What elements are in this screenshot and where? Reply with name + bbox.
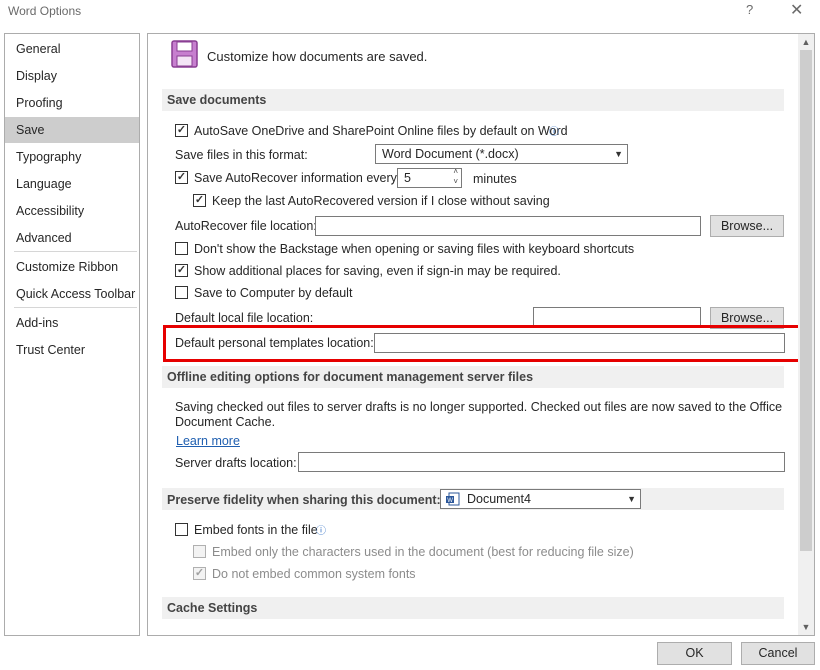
sidebar-item-typography[interactable]: Typography: [5, 144, 139, 170]
backstage-label: Don't show the Backstage when opening or…: [194, 242, 635, 256]
section-title-save-documents: Save documents: [167, 93, 267, 107]
no-common-fonts-checkbox[interactable]: ✓: [193, 567, 206, 580]
embed-only-label: Embed only the characters used in the do…: [212, 545, 634, 559]
backstage-checkbox[interactable]: [175, 242, 188, 255]
svg-text:W: W: [447, 498, 453, 504]
sidebar-item-trust-center[interactable]: Trust Center: [5, 337, 139, 363]
embed-fonts-checkbox[interactable]: [175, 523, 188, 536]
keep-last-checkbox[interactable]: ✓: [193, 194, 206, 207]
sidebar-item-display[interactable]: Display: [5, 63, 139, 89]
embed-fonts-label: Embed fonts in the file: [194, 523, 318, 537]
page-heading: Customize how documents are saved.: [207, 49, 428, 64]
autosave-label: AutoSave OneDrive and SharePoint Online …: [194, 124, 568, 138]
fidelity-document-value: Document4: [467, 492, 531, 506]
sidebar-item-proofing[interactable]: Proofing: [5, 90, 139, 116]
section-title-fidelity: Preserve fidelity when sharing this docu…: [167, 493, 441, 507]
close-icon[interactable]: ✕: [790, 0, 803, 20]
default-local-label: Default local file location:: [175, 311, 314, 325]
sidebar-item-advanced[interactable]: Advanced: [5, 225, 139, 251]
ok-button[interactable]: OK: [657, 642, 732, 665]
autosave-checkbox[interactable]: ✓: [175, 124, 188, 137]
autorecover-minutes-value: 5: [404, 171, 411, 185]
offline-notice-line1: Saving checked out files to server draft…: [175, 400, 783, 414]
format-value: Word Document (*.docx): [382, 147, 519, 161]
title-bar: Word Options ? ✕: [0, 0, 820, 26]
sidebar-item-general[interactable]: General: [5, 36, 139, 62]
autorecover-label: Save AutoRecover information every: [194, 171, 397, 185]
sidebar-item-accessibility[interactable]: Accessibility: [5, 198, 139, 224]
additional-places-label: Show additional places for saving, even …: [194, 264, 561, 278]
nav-divider: [14, 251, 137, 252]
save-disk-icon: [171, 40, 198, 68]
keep-last-label: Keep the last AutoRecovered version if I…: [212, 194, 550, 208]
format-label: Save files in this format:: [175, 148, 308, 162]
browse-autorecover-button[interactable]: Browse...: [710, 215, 784, 237]
chevron-down-icon: ▼: [614, 149, 623, 159]
minutes-label: minutes: [473, 172, 517, 186]
chevron-down-icon: ▼: [627, 494, 636, 504]
scroll-up-icon[interactable]: ▲: [799, 35, 813, 49]
info-icon[interactable]: ⓘ: [316, 522, 326, 537]
embed-only-checkbox[interactable]: [193, 545, 206, 558]
autorecover-location-label: AutoRecover file location:: [175, 219, 317, 233]
section-title-cache: Cache Settings: [167, 601, 258, 615]
word-document-icon: W: [446, 492, 460, 506]
info-icon[interactable]: ⓘ: [549, 123, 559, 138]
autorecover-minutes-stepper[interactable]: 5 ˄ ˅: [397, 167, 462, 188]
default-local-input[interactable]: [533, 307, 701, 327]
spinner-arrows-icon[interactable]: ˄ ˅: [453, 167, 458, 187]
learn-more-link[interactable]: Learn more: [176, 434, 240, 448]
fidelity-document-dropdown[interactable]: W Document4 ▼: [440, 489, 641, 509]
help-icon[interactable]: ?: [746, 2, 753, 17]
offline-notice-line2: Document Cache.: [175, 415, 276, 429]
section-title-offline: Offline editing options for document man…: [167, 370, 534, 384]
sidebar-item-customize-ribbon[interactable]: Customize Ribbon: [5, 254, 139, 280]
window-title: Word Options: [8, 4, 82, 18]
sidebar-item-add-ins[interactable]: Add-ins: [5, 310, 139, 336]
server-drafts-label: Server drafts location:: [175, 456, 297, 470]
sidebar-item-language[interactable]: Language: [5, 171, 139, 197]
additional-places-checkbox[interactable]: ✓: [175, 264, 188, 277]
highlight-annotation: [163, 325, 808, 362]
sidebar-item-save[interactable]: Save: [5, 117, 139, 143]
save-to-computer-label: Save to Computer by default: [194, 286, 353, 300]
autorecover-location-input[interactable]: [315, 216, 701, 236]
autorecover-checkbox[interactable]: ✓: [175, 171, 188, 184]
cancel-button[interactable]: Cancel: [741, 642, 815, 665]
no-common-fonts-label: Do not embed common system fonts: [212, 567, 416, 581]
format-dropdown[interactable]: Word Document (*.docx) ▼: [375, 144, 628, 164]
sidebar-item-quick-access-toolbar[interactable]: Quick Access Toolbar: [5, 281, 139, 307]
sidebar-nav: General Display Proofing Save Typography…: [4, 33, 140, 636]
scroll-down-icon[interactable]: ▼: [799, 620, 813, 634]
nav-divider: [14, 307, 137, 308]
scrollbar-thumb[interactable]: [800, 50, 812, 551]
save-to-computer-checkbox[interactable]: [175, 286, 188, 299]
server-drafts-input[interactable]: [298, 452, 785, 472]
